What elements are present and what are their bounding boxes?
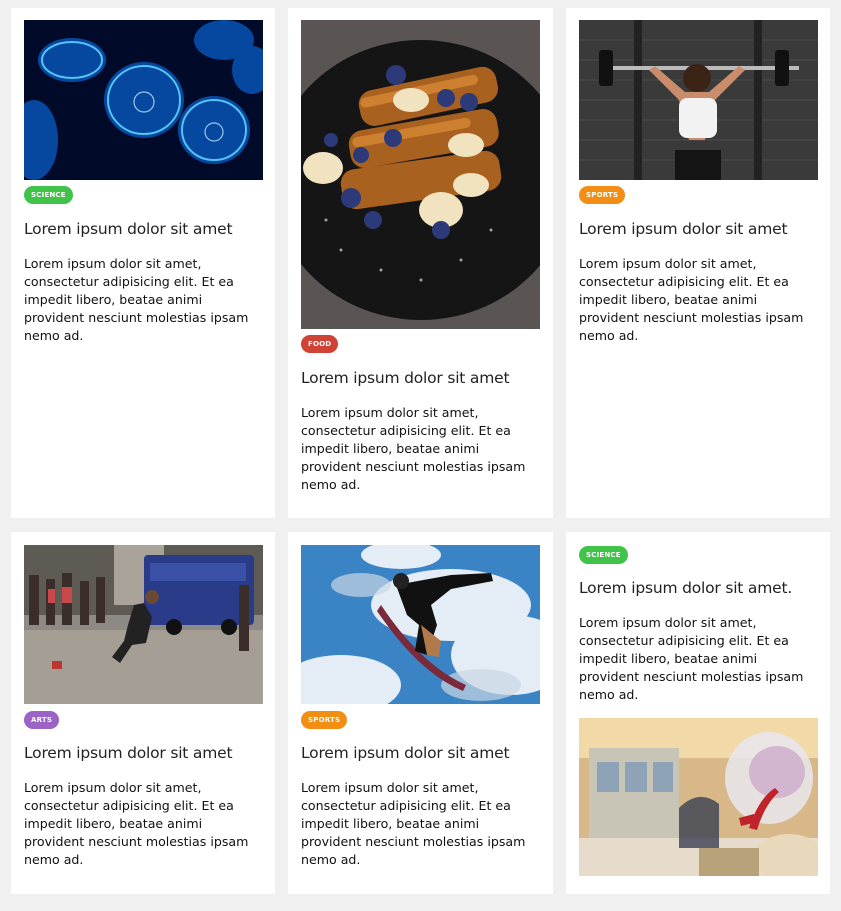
card-description: Lorem ipsum dolor sit amet, consectetur … — [24, 780, 249, 867]
anatomy-model-photo[interactable] — [579, 718, 818, 876]
article-card[interactable]: Sports Lorem ipsum dolor sit amet Lorem … — [288, 532, 553, 894]
card-description: Lorem ipsum dolor sit amet, consectetur … — [24, 256, 249, 343]
category-badge[interactable]: Arts — [24, 711, 60, 729]
category-badge[interactable]: Sports — [301, 711, 348, 729]
jellyfish-photo[interactable] — [24, 20, 263, 180]
card-title[interactable]: Lorem ipsum dolor sit amet — [24, 744, 269, 762]
card-title[interactable]: Lorem ipsum dolor sit amet — [301, 744, 546, 762]
article-card[interactable]: Arts Lorem ipsum dolor sit amet Lorem ip… — [11, 532, 275, 894]
article-card[interactable]: Science Lorem ipsum dolor sit amet. Lore… — [566, 532, 830, 894]
article-card[interactable]: Sports Lorem ipsum dolor sit amet Lorem … — [566, 8, 830, 518]
snowboarder-photo[interactable] — [301, 545, 540, 704]
category-badge[interactable]: Food — [301, 335, 339, 353]
card-title[interactable]: Lorem ipsum dolor sit amet — [301, 369, 546, 387]
card-description: Lorem ipsum dolor sit amet, consectetur … — [579, 615, 804, 702]
card-title[interactable]: Lorem ipsum dolor sit amet. — [579, 579, 824, 597]
category-badge[interactable]: Science — [579, 546, 628, 564]
french-toast-photo[interactable] — [301, 20, 540, 329]
card-title[interactable]: Lorem ipsum dolor sit amet — [24, 220, 269, 238]
category-badge[interactable]: Science — [24, 186, 73, 204]
category-badge[interactable]: Sports — [579, 186, 626, 204]
card-title[interactable]: Lorem ipsum dolor sit amet — [579, 220, 824, 238]
street-dancer-photo[interactable] — [24, 545, 263, 704]
article-card[interactable]: Food Lorem ipsum dolor sit amet Lorem ip… — [288, 8, 553, 518]
card-description: Lorem ipsum dolor sit amet, consectetur … — [579, 256, 804, 343]
article-card[interactable]: Science Lorem ipsum dolor sit amet Lorem… — [11, 8, 275, 518]
weightlifting-photo[interactable] — [579, 20, 818, 180]
card-description: Lorem ipsum dolor sit amet, consectetur … — [301, 405, 526, 492]
card-description: Lorem ipsum dolor sit amet, consectetur … — [301, 780, 526, 867]
